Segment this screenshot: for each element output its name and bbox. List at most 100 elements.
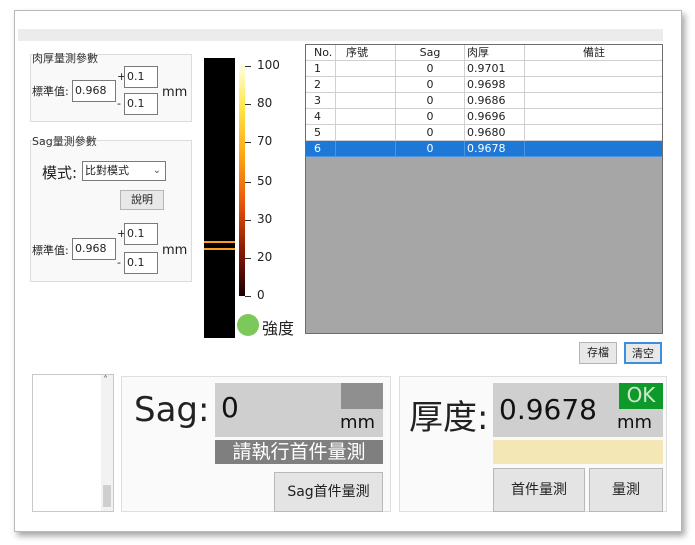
table-cell (525, 93, 662, 109)
thickness-params-title: 肉厚量測參數 (32, 52, 98, 65)
scale-tick-label: 0 (257, 288, 265, 302)
chevron-down-icon: ⌄ (152, 165, 161, 176)
thickness-note-field (493, 440, 663, 464)
sag-first-measure-button[interactable]: Sag首件量測 (274, 472, 383, 512)
table-row[interactable]: 3 0 0.9686 (306, 93, 662, 109)
scroll-up-icon[interactable]: ˄ (103, 375, 108, 386)
scroll-thumb[interactable] (103, 485, 111, 507)
table-cell: 0.9698 (465, 77, 525, 93)
sag-unit: mm (340, 412, 376, 433)
intensity-color-scale (239, 64, 245, 296)
profile-line-upper (204, 241, 235, 243)
table-cell: 0.9680 (465, 125, 525, 141)
table-row[interactable]: 1 0 0.9701 (306, 61, 662, 77)
results-table[interactable]: No. 序號 Sag 肉厚 備註 1 0 0.9701 2 0 0.9698 3 0 0.968… (305, 44, 663, 334)
sag-minus-sign: - (117, 256, 121, 269)
sag-mode-select[interactable]: 比對模式 ⌄ (82, 161, 166, 181)
help-button[interactable]: 說明 (120, 190, 164, 210)
sag-indicator (341, 383, 383, 409)
table-row[interactable]: 6 0 0.9678 (306, 141, 662, 157)
table-cell: 0 (396, 61, 465, 77)
thickness-unit: mm (617, 412, 653, 433)
table-cell: 2 (306, 77, 336, 93)
table-cell (525, 61, 662, 77)
intensity-image (204, 58, 235, 338)
sag-mode-value: 比對模式 (85, 164, 129, 177)
table-cell: 0 (396, 125, 465, 141)
sag-value: 0 (221, 391, 239, 424)
intensity-label: 強度 (262, 319, 295, 338)
table-cell (336, 77, 396, 93)
sag-std-label: 標準值: (32, 244, 69, 257)
scale-tick-label: 80 (257, 96, 273, 110)
scale-tick-label: 70 (257, 134, 273, 148)
sag-lower-tol-input[interactable]: 0.1 (124, 252, 158, 274)
scale-tick-label: 50 (257, 174, 273, 188)
thickness-value: 0.9678 (499, 393, 597, 426)
thickness-minus-sign: - (117, 97, 121, 110)
thickness-title: 厚度: (409, 398, 489, 438)
thickness-lower-tol-input[interactable]: 0.1 (124, 93, 158, 115)
thickness-first-measure-button[interactable]: 首件量測 (493, 468, 585, 512)
thickness-unit-label: mm (162, 85, 188, 100)
table-header: No. 序號 Sag 肉厚 備註 (306, 45, 662, 61)
table-cell: 0.9696 (465, 109, 525, 125)
table-row[interactable]: 4 0 0.9696 (306, 109, 662, 125)
header-sag: Sag (396, 45, 465, 61)
save-button[interactable]: 存檔 (579, 342, 617, 364)
table-cell: 0 (396, 93, 465, 109)
table-cell: 0.9686 (465, 93, 525, 109)
clear-button[interactable]: 清空 (624, 342, 662, 364)
table-cell: 0 (396, 141, 465, 157)
table-cell: 0.9701 (465, 61, 525, 77)
scale-tick (245, 182, 251, 183)
table-cell: 3 (306, 93, 336, 109)
sag-std-input[interactable]: 0.968 (72, 238, 116, 260)
scale-tick-label: 20 (257, 250, 273, 264)
table-cell: 1 (306, 61, 336, 77)
profile-line-lower (204, 248, 235, 250)
table-cell: 5 (306, 125, 336, 141)
table-cell: 0 (396, 109, 465, 125)
scale-tick (245, 220, 251, 221)
top-strip (18, 29, 663, 41)
thickness-std-input[interactable]: 0.968 (72, 80, 116, 102)
sag-params-title: Sag量測參數 (32, 135, 97, 148)
table-cell (525, 77, 662, 93)
thickness-upper-tol-input[interactable]: 0.1 (124, 66, 158, 88)
sag-status-text: 請執行首件量測 (215, 440, 383, 464)
table-cell (525, 141, 662, 157)
scale-tick (245, 258, 251, 259)
header-serial: 序號 (336, 45, 396, 61)
sag-unit-label: mm (162, 243, 188, 258)
sag-upper-tol-input[interactable]: 0.1 (124, 223, 158, 245)
table-cell (525, 125, 662, 141)
ok-badge: OK (619, 383, 663, 409)
table-row[interactable]: 2 0 0.9698 (306, 77, 662, 93)
log-scrollbar[interactable]: ˄ (101, 375, 113, 511)
table-cell: 0.9678 (465, 141, 525, 157)
table-cell (336, 141, 396, 157)
header-no: No. (306, 45, 336, 61)
scale-tick-label: 100 (257, 58, 280, 72)
table-cell (336, 61, 396, 77)
scale-tick-label: 30 (257, 212, 273, 226)
table-cell (525, 109, 662, 125)
table-cell: 6 (306, 141, 336, 157)
scale-tick (245, 66, 251, 67)
table-cell (336, 109, 396, 125)
table-cell: 0 (396, 77, 465, 93)
thickness-std-label: 標準值: (32, 85, 69, 98)
intensity-led-icon (237, 314, 259, 336)
header-thickness: 肉厚 (465, 45, 525, 61)
sag-mode-label: 模式: (42, 164, 78, 182)
table-row[interactable]: 5 0 0.9680 (306, 125, 662, 141)
table-cell (336, 125, 396, 141)
scale-tick (245, 142, 251, 143)
header-remark: 備註 (525, 45, 662, 61)
scale-tick (245, 296, 251, 297)
measure-button[interactable]: 量測 (589, 468, 663, 512)
table-cell (336, 93, 396, 109)
log-pane[interactable]: ˄ (32, 374, 114, 512)
table-cell: 4 (306, 109, 336, 125)
